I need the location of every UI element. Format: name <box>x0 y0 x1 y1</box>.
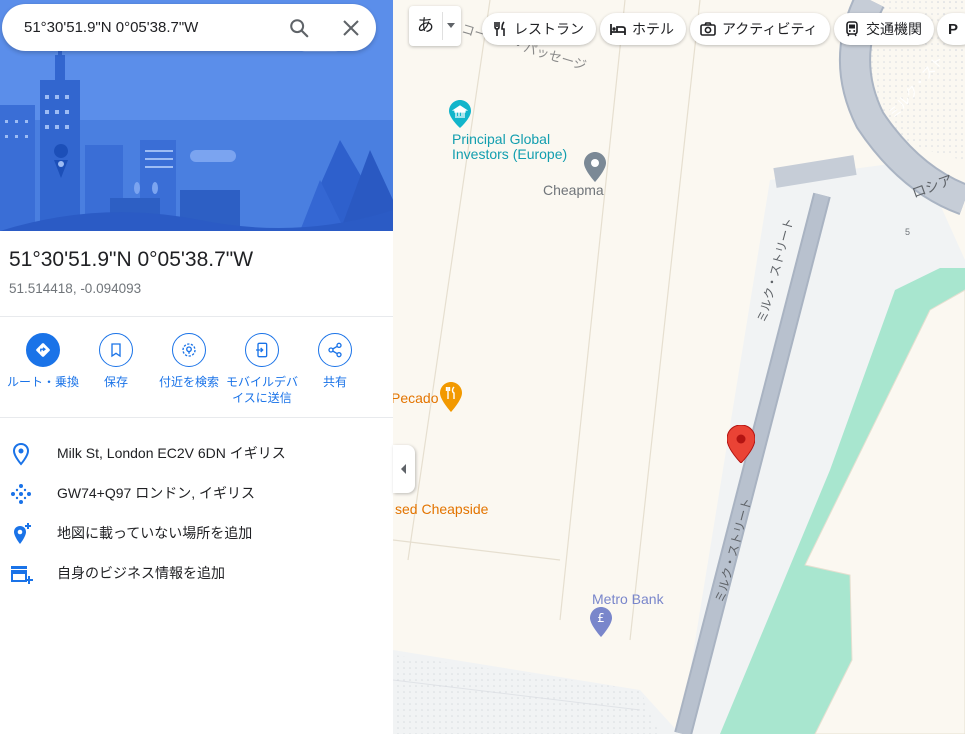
language-separator <box>442 12 443 40</box>
add-business-text: 自身のビジネス情報を追加 <box>57 565 225 581</box>
cheapma-pin-icon[interactable] <box>584 152 606 182</box>
chip-parking[interactable]: P <box>937 13 965 45</box>
search-input[interactable]: 51°30'51.9"N 0°05'38.7"W <box>24 4 198 51</box>
chip-restaurant[interactable]: レストラン <box>482 13 596 45</box>
chevron-left-icon <box>401 464 406 474</box>
map-label-pecado[interactable]: Pecado <box>393 390 438 406</box>
map-label-principal-1[interactable]: Principal Global <box>452 131 550 147</box>
directions-label: ルート・乗換 <box>6 375 79 389</box>
chip-hotel-label: ホテル <box>632 21 674 37</box>
plus-code-text: GW74+Q97 ロンドン, イギリス <box>57 485 255 501</box>
place-title: 51°30'51.9"N 0°05'38.7"W <box>9 248 254 271</box>
map-label-cheapside[interactable]: sed Cheapside <box>395 501 488 517</box>
chip-transit[interactable]: 交通機関 <box>834 13 934 45</box>
close-icon[interactable] <box>341 18 361 38</box>
nearby-search-label: 付近を検索 <box>158 375 219 389</box>
search-icon[interactable] <box>288 17 310 39</box>
chip-hotel[interactable]: ホテル <box>600 13 686 45</box>
plus-code-icon <box>9 482 33 506</box>
divider <box>0 417 393 418</box>
landmark-icon[interactable] <box>449 100 471 128</box>
map-label-metro-bank[interactable]: Metro Bank <box>592 591 664 607</box>
add-place-icon <box>9 522 33 546</box>
chip-activities[interactable]: アクティビティ <box>690 13 830 45</box>
share-icon <box>328 342 342 358</box>
chip-transit-label: 交通機関 <box>866 21 922 37</box>
add-business-row[interactable]: 自身のビジネス情報を追加 <box>0 553 393 593</box>
chip-restaurant-label: レストラン <box>514 21 584 37</box>
add-business-icon <box>9 562 33 586</box>
directions-icon <box>36 343 50 357</box>
divider <box>0 316 393 317</box>
map-label-cheapma[interactable]: Cheapma <box>543 182 604 198</box>
location-pin-icon <box>9 442 33 466</box>
transit-icon <box>846 21 858 37</box>
nearby-search-button[interactable]: 付近を検索 <box>151 333 227 390</box>
hotel-icon <box>610 24 626 35</box>
chevron-down-icon[interactable] <box>447 23 455 28</box>
send-to-phone-button[interactable]: モバイルデバイスに送信 <box>224 333 300 406</box>
send-to-phone-label: モバイルデバイスに送信 <box>225 375 298 405</box>
add-place-row[interactable]: 地図に載っていない場所を追加 <box>0 513 393 553</box>
map-base <box>393 0 965 734</box>
place-coordinates: 51.514418, -0.094093 <box>9 281 142 296</box>
directions-button[interactable]: ルート・乗換 <box>5 333 81 390</box>
nearby-search-icon <box>182 343 196 357</box>
share-button[interactable]: 共有 <box>297 333 373 390</box>
plus-code-row[interactable]: GW74+Q97 ロンドン, イギリス <box>0 473 393 513</box>
address-row[interactable]: Milk St, London EC2V 6DN イギリス <box>0 433 393 473</box>
dropped-pin-icon[interactable] <box>727 425 755 463</box>
place-panel: 51°30'51.9"N 0°05'38.7"W 51°30'51.9"N 0°… <box>0 0 394 734</box>
save-button[interactable]: 保存 <box>78 333 154 390</box>
bank-pin-icon[interactable]: £ <box>590 607 612 637</box>
restaurant-icon <box>494 21 505 36</box>
map-label-principal-2[interactable]: Investors (Europe) <box>452 146 567 162</box>
add-place-text: 地図に載っていない場所を追加 <box>57 525 253 541</box>
bookmark-icon <box>111 343 121 358</box>
search-box[interactable]: 51°30'51.9"N 0°05'38.7"W <box>2 4 376 51</box>
send-to-phone-icon <box>256 342 268 358</box>
camera-icon <box>700 22 716 36</box>
language-button[interactable]: あ <box>409 6 461 46</box>
collapse-panel-button[interactable] <box>393 445 415 493</box>
chip-activities-label: アクティビティ <box>722 21 818 37</box>
restaurant-pin-icon[interactable] <box>440 382 462 412</box>
share-label: 共有 <box>322 375 347 389</box>
map-canvas[interactable]: コーター・パッセージ Principal Global Investors (E… <box>393 0 965 734</box>
parking-icon: P <box>948 20 959 38</box>
save-label: 保存 <box>103 375 128 389</box>
svg-text:£: £ <box>597 611 605 625</box>
address-text: Milk St, London EC2V 6DN イギリス <box>57 445 286 461</box>
map-label-number: 5 <box>905 227 911 237</box>
language-char: あ <box>417 16 434 35</box>
